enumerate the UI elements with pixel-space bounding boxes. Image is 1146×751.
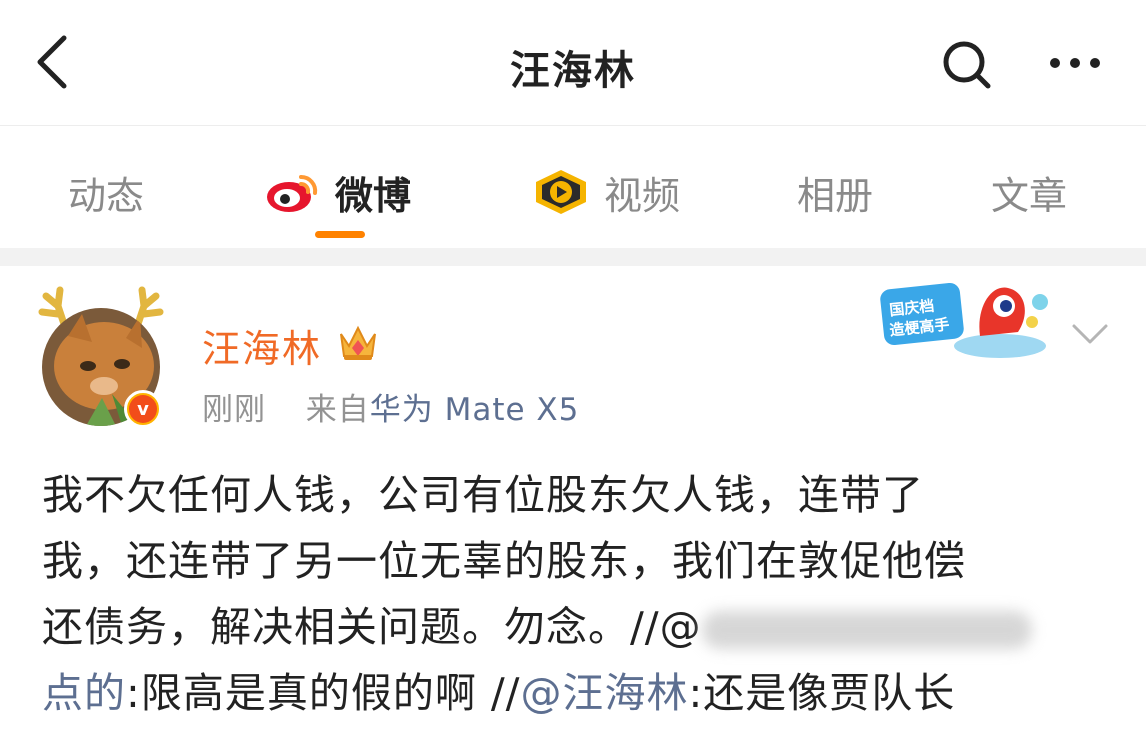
top-nav-bar: 汪海林 xyxy=(0,0,1146,126)
tab-article[interactable]: 文章 xyxy=(991,166,1067,218)
content-text: :限高是真的假的啊 // xyxy=(126,669,521,717)
tab-dynamic[interactable]: 动态 xyxy=(68,166,144,218)
tab-video[interactable]: 视频 xyxy=(532,166,680,218)
source-prefix: 来自 xyxy=(305,392,370,428)
weibo-post: v 汪海林 刚刚 来自华为 Mate X5 国庆档 造梗高手 我不欠任何人钱，公… xyxy=(0,266,1146,751)
mention-link[interactable]: 点的 xyxy=(42,669,126,717)
weibo-logo-icon xyxy=(265,169,321,215)
verified-badge-icon: v xyxy=(124,390,162,428)
post-username[interactable]: 汪海林 xyxy=(202,318,322,373)
profile-tabs: 动态 微博 视频 相册 文章 xyxy=(0,126,1146,248)
content-line: 我不欠任何人钱，公司有位股东欠人钱，连带了 xyxy=(42,471,924,519)
tab-label: 视频 xyxy=(604,173,681,218)
post-time: 刚刚 xyxy=(202,392,266,428)
redacted-mention xyxy=(701,611,1032,649)
content-text: 还债务，解决相关问题。勿念。//@ xyxy=(42,603,702,651)
tab-label: 文章 xyxy=(991,173,1068,218)
section-divider xyxy=(0,248,1146,266)
post-meta: 刚刚 来自华为 Mate X5 xyxy=(202,384,579,429)
holiday-sticker-icon[interactable]: 国庆档 造梗高手 xyxy=(880,276,1060,364)
active-tab-indicator xyxy=(315,231,365,238)
content-text: :还是像贾队长 xyxy=(688,669,956,717)
content-line: 还债务，解决相关问题。勿念。//@ xyxy=(42,594,1112,660)
mention-link[interactable]: @汪海林 xyxy=(520,669,688,717)
post-source[interactable]: 华为 Mate X5 xyxy=(370,392,580,428)
content-line: 点的:限高是真的假的啊 //@汪海林:还是像贾队长 xyxy=(42,660,1112,726)
search-icon[interactable] xyxy=(938,36,994,92)
tab-album[interactable]: 相册 xyxy=(797,166,873,218)
crown-icon xyxy=(340,325,376,360)
tab-label: 微博 xyxy=(335,173,412,218)
tab-label: 相册 xyxy=(797,173,874,218)
post-content: 我不欠任何人钱，公司有位股东欠人钱，连带了 我，还连带了另一位无辜的股东，我们在… xyxy=(42,462,1112,726)
chevron-down-icon[interactable] xyxy=(1070,320,1110,348)
tab-label: 动态 xyxy=(68,173,145,218)
tab-weibo[interactable]: 微博 xyxy=(265,166,411,218)
video-badge-icon xyxy=(532,168,590,216)
avatar[interactable]: v xyxy=(36,286,166,434)
content-line: 我，还连带了另一位无辜的股东，我们在敦促他偿 xyxy=(42,537,966,585)
more-icon[interactable] xyxy=(1045,48,1105,78)
